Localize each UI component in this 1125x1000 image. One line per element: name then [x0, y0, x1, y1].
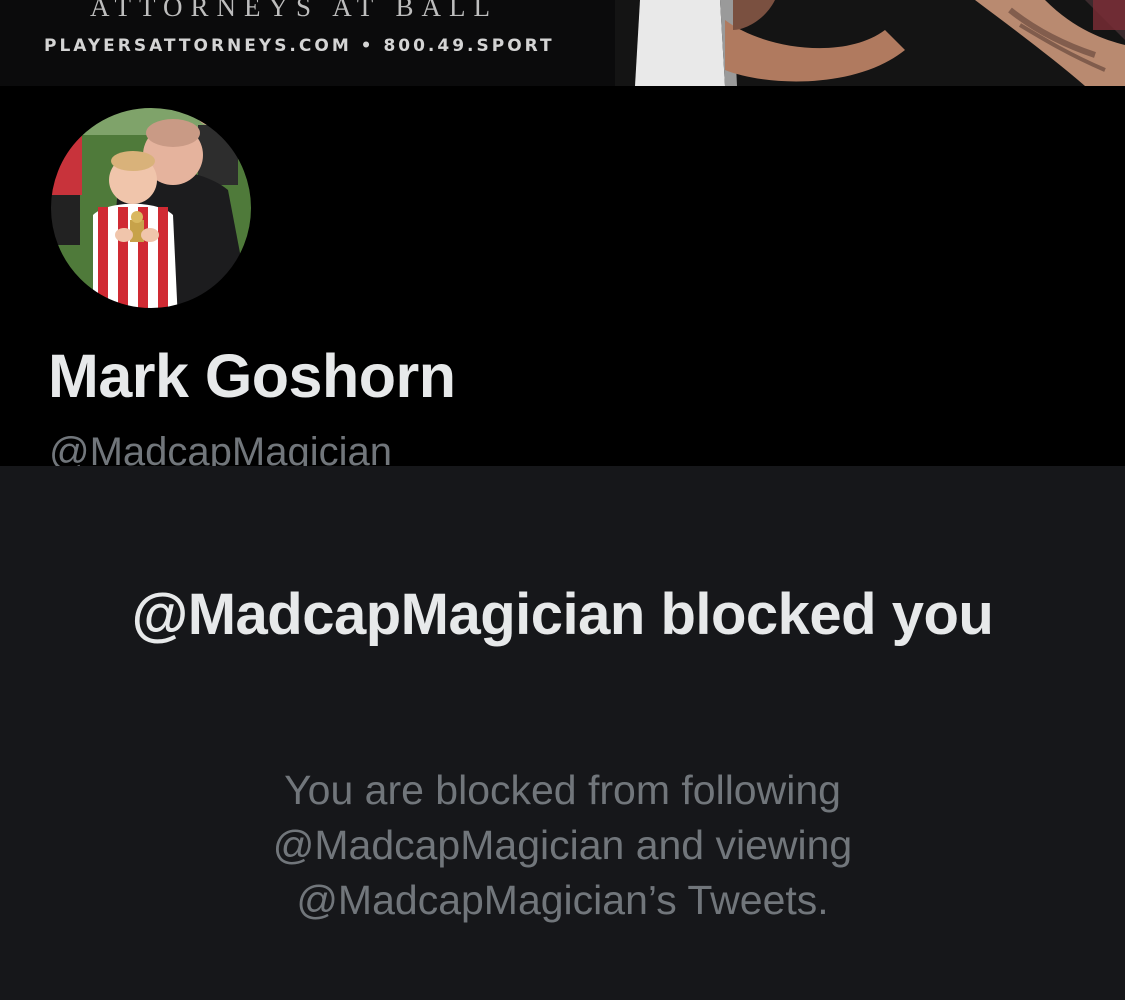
- profile-banner[interactable]: ATTORNEYS AT BALL PLAYERSATTORNEYS.COM •…: [0, 0, 1125, 86]
- display-name: Mark Goshorn: [48, 342, 456, 410]
- banner-contact-line: PLAYERSATTORNEYS.COM • 800.49.SPORT: [44, 36, 555, 56]
- profile-header: Mark Goshorn @MadcapMagician: [0, 86, 1125, 472]
- profile-screen: ATTORNEYS AT BALL PLAYERSATTORNEYS.COM •…: [0, 0, 1125, 1000]
- banner-tagline: ATTORNEYS AT BALL: [90, 0, 499, 22]
- blocked-description: You are blocked from following @MadcapMa…: [272, 767, 853, 923]
- blocked-notice-panel: @MadcapMagician blocked you You are bloc…: [0, 466, 1125, 1000]
- blocked-title: @MadcapMagician blocked you: [131, 582, 994, 647]
- avatar-photo: [38, 95, 264, 321]
- banner-photo: [615, 0, 1125, 86]
- avatar[interactable]: [38, 95, 264, 321]
